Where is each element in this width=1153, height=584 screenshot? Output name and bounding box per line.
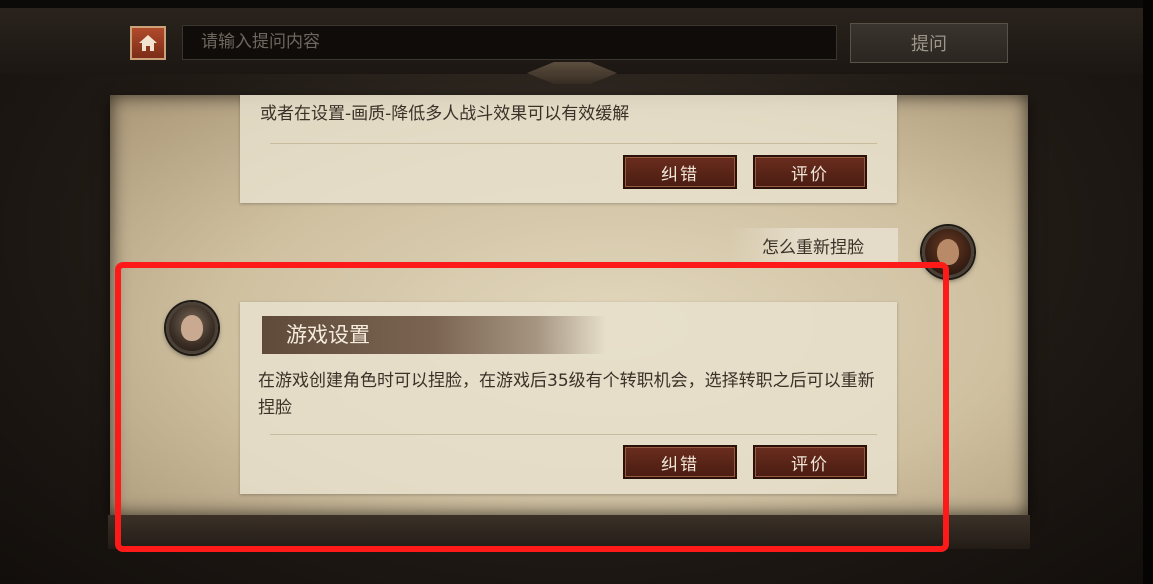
ask-button[interactable]: 提问 (850, 23, 1008, 63)
rate-button[interactable]: 评价 (753, 155, 867, 189)
highlight-box (115, 262, 949, 552)
top-border (0, 0, 1153, 8)
previous-answer-text: 或者在设置-画质-降低多人战斗效果可以有效缓解 (260, 104, 630, 124)
previous-answer-card: 或者在设置-画质-降低多人战斗效果可以有效缓解 纠错 评价 (240, 95, 897, 203)
correct-button[interactable]: 纠错 (623, 155, 737, 189)
home-icon (139, 35, 157, 51)
home-button[interactable] (130, 26, 166, 60)
search-input[interactable]: 请输入提问内容 (182, 25, 837, 60)
card-divider (270, 143, 877, 144)
right-border (1143, 0, 1153, 584)
